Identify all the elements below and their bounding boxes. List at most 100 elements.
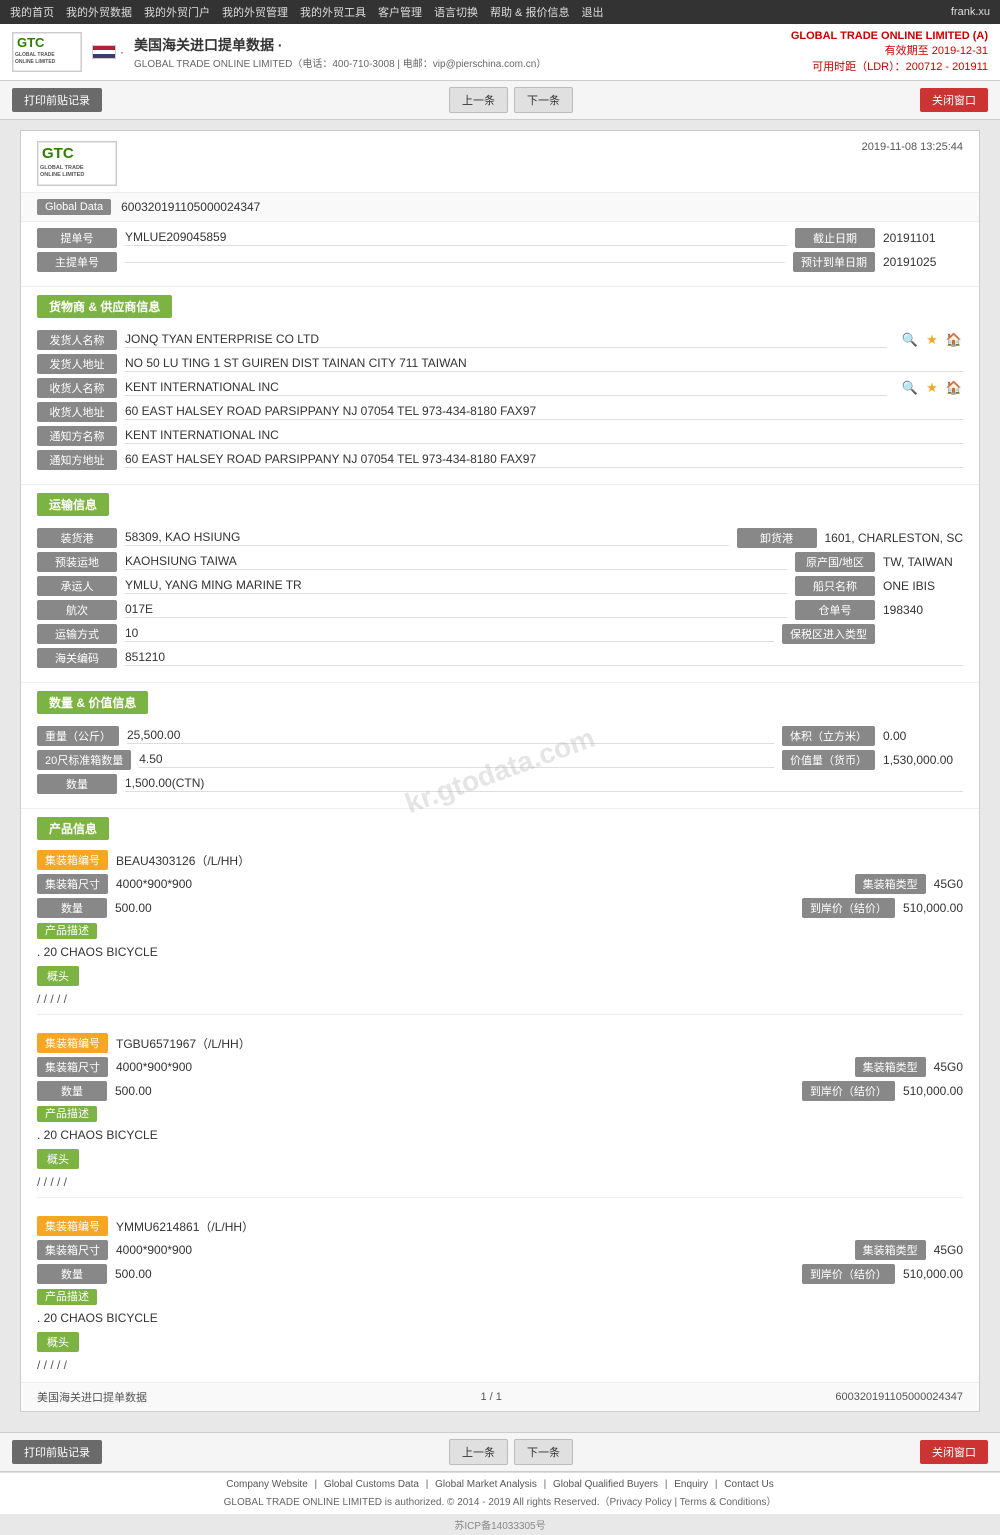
container-no-row-1: 集装箱编号 TGBU6571967（/L/HH） [37, 1033, 963, 1053]
quantity-label: 数量 [37, 774, 117, 794]
master-bill-label: 主提单号 [37, 252, 117, 272]
quantity-row: 数量 1,500.00(CTN) [37, 774, 963, 794]
nav-trade-data[interactable]: 我的外贸数据 [66, 4, 132, 20]
load-port-value: 58309, KAO HSIUNG [125, 530, 729, 546]
nav-language[interactable]: 语言切换 [434, 4, 478, 20]
global-data-label: Global Data [37, 199, 111, 215]
search-icon[interactable]: 🔍 [901, 331, 919, 349]
page-header: GTC GLOBAL TRADE ONLINE LIMITED · 美国海关进口… [0, 24, 1000, 81]
container-no-value-1: TGBU6571967（/L/HH） [116, 1035, 251, 1052]
anchor-button-2[interactable]: 概头 [37, 1332, 79, 1352]
star-icon-2[interactable]: ★ [923, 379, 941, 397]
shipper-name-value: JONQ TYAN ENTERPRISE CO LTD [125, 332, 887, 348]
shipper-addr-row: 发货人地址 NO 50 LU TING 1 ST GUIREN DIST TAI… [37, 354, 963, 374]
customs-value: 851210 [125, 650, 963, 666]
anchor-button-1[interactable]: 概头 [37, 1149, 79, 1169]
desc-header-row-1: 产品描述 [37, 1105, 963, 1121]
print-button[interactable]: 打印前贴记录 [12, 88, 102, 112]
bottom-close-button[interactable]: 关闭窗口 [920, 1440, 988, 1464]
origin-label: 原产国/地区 [795, 552, 875, 572]
container-qty-label-0: 数量 [37, 898, 107, 918]
container-qty-label-1: 数量 [37, 1081, 107, 1101]
container-no-value-0: BEAU4303126（/L/HH） [116, 852, 250, 869]
consignee-addr-value: 60 EAST HALSEY ROAD PARSIPPANY NJ 07054 … [125, 404, 963, 420]
container-qty-row-0: 数量 500.00 到岸价（结价） 510,000.00 [37, 898, 963, 918]
footer-link-buyers[interactable]: Global Qualified Buyers [553, 1479, 658, 1490]
bonded-label: 保税区进入类型 [782, 624, 875, 644]
container-qty-row-2: 数量 500.00 到岸价（结价） 510,000.00 [37, 1264, 963, 1284]
container-no-label-2: 集装箱编号 [37, 1216, 108, 1236]
bottom-print-button[interactable]: 打印前贴记录 [12, 1440, 102, 1464]
footer-link-contact[interactable]: Contact Us [724, 1479, 773, 1490]
bottom-toolbar: 打印前贴记录 上一条 下一条 关闭窗口 [0, 1432, 1000, 1472]
search-icon-2[interactable]: 🔍 [901, 379, 919, 397]
container-qty-label-2: 数量 [37, 1264, 107, 1284]
estimated-dest-label: 预装运地 [37, 552, 117, 572]
prev-button[interactable]: 上一条 [449, 87, 508, 113]
flag-selector[interactable]: · [92, 45, 124, 59]
bill-no-row: 提单号 YMLUE209045859 截止日期 20191101 [37, 228, 963, 248]
next-button[interactable]: 下一条 [514, 87, 573, 113]
container-size-label-2: 集装箱尺寸 [37, 1240, 108, 1260]
bottom-toolbar-left: 打印前贴记录 [12, 1440, 102, 1464]
bottom-toolbar-center: 上一条 下一条 [449, 1439, 573, 1465]
customs-label: 海关编码 [37, 648, 117, 668]
bill-no-label: 提单号 [37, 228, 117, 248]
transport-mode-value: 10 [125, 626, 774, 642]
footer-link-customs[interactable]: Global Customs Data [324, 1479, 419, 1490]
container-size-value-0: 4000*900*900 [116, 877, 847, 891]
notify-addr-label: 通知方地址 [37, 450, 117, 470]
product-section-label: 产品信息 [37, 817, 109, 840]
global-data-value: 600320191105000024347 [121, 200, 260, 214]
footer-id: 600320191105000024347 [835, 1391, 963, 1403]
anchor-button-0[interactable]: 概头 [37, 966, 79, 986]
notify-name-row: 通知方名称 KENT INTERNATIONAL INC [37, 426, 963, 446]
page-subtitle: GLOBAL TRADE ONLINE LIMITED（电话：400-710-3… [134, 55, 546, 70]
valid-until: 有效期至 2019-12-31 [791, 42, 988, 58]
close-button[interactable]: 关闭窗口 [920, 88, 988, 112]
home-icon[interactable]: 🏠 [945, 331, 963, 349]
voyage-row: 航次 017E 仓单号 198340 [37, 600, 963, 620]
nav-clients[interactable]: 客户管理 [378, 4, 422, 20]
unload-port-value: 1601, CHARLESTON, SC [825, 531, 964, 545]
nav-help[interactable]: 帮助 & 报价信息 [490, 4, 569, 20]
notify-name-value: KENT INTERNATIONAL INC [125, 428, 963, 444]
weight-value: 25,500.00 [127, 728, 774, 744]
product-desc-2: . 20 CHAOS BICYCLE [37, 1308, 963, 1328]
container-type-label-0: 集装箱类型 [855, 874, 926, 894]
doc-logo: GTC GLOBAL TRADE ONLINE LIMITED [37, 141, 117, 186]
icp-info: 苏ICP备14033305号 [0, 1514, 1000, 1535]
nav-home[interactable]: 我的首页 [10, 4, 54, 20]
container-price-value-0: 510,000.00 [903, 901, 963, 915]
transport-section-label: 运输信息 [37, 493, 109, 516]
home-icon-2[interactable]: 🏠 [945, 379, 963, 397]
container-type-value-1: 45G0 [934, 1060, 963, 1074]
consignee-addr-row: 收货人地址 60 EAST HALSEY ROAD PARSIPPANY NJ … [37, 402, 963, 422]
nav-portal[interactable]: 我的外贸门户 [144, 4, 210, 20]
nav-logout[interactable]: 退出 [581, 4, 603, 20]
container-no-row-2: 集装箱编号 YMMU6214861（/L/HH） [37, 1216, 963, 1236]
consignee-actions: 🔍 ★ 🏠 [901, 379, 963, 397]
toolbar-left: 打印前贴记录 [12, 88, 102, 112]
nav-management[interactable]: 我的外贸管理 [222, 4, 288, 20]
bottom-next-button[interactable]: 下一条 [514, 1439, 573, 1465]
toolbar-center: 上一条 下一条 [449, 87, 573, 113]
footer-link-enquiry[interactable]: Enquiry [674, 1479, 708, 1490]
star-icon[interactable]: ★ [923, 331, 941, 349]
container-qty-row-1: 数量 500.00 到岸价（结价） 510,000.00 [37, 1081, 963, 1101]
header-company-info: GLOBAL TRADE ONLINE LIMITED (A) 有效期至 201… [791, 30, 988, 74]
carrier-value: YMLU, YANG MING MARINE TR [125, 578, 787, 594]
bottom-prev-button[interactable]: 上一条 [449, 1439, 508, 1465]
nav-tools[interactable]: 我的外贸工具 [300, 4, 366, 20]
vessel-value: ONE IBIS [883, 579, 963, 593]
header-left: GTC GLOBAL TRADE ONLINE LIMITED · 美国海关进口… [12, 32, 546, 72]
cutoff-label: 截止日期 [795, 228, 875, 248]
nav-links: 我的首页 我的外贸数据 我的外贸门户 我的外贸管理 我的外贸工具 客户管理 语言… [10, 4, 603, 20]
container-qty-value-0: 500.00 [115, 901, 794, 915]
amount-label: 价值量（货币） [782, 750, 875, 770]
footer-link-website[interactable]: Company Website [226, 1479, 308, 1490]
quantity-section-header: 数量 & 价值信息 [21, 691, 979, 714]
svg-text:ONLINE LIMITED: ONLINE LIMITED [40, 172, 84, 178]
customs-row: 海关编码 851210 [37, 648, 963, 668]
footer-link-market[interactable]: Global Market Analysis [435, 1479, 537, 1490]
